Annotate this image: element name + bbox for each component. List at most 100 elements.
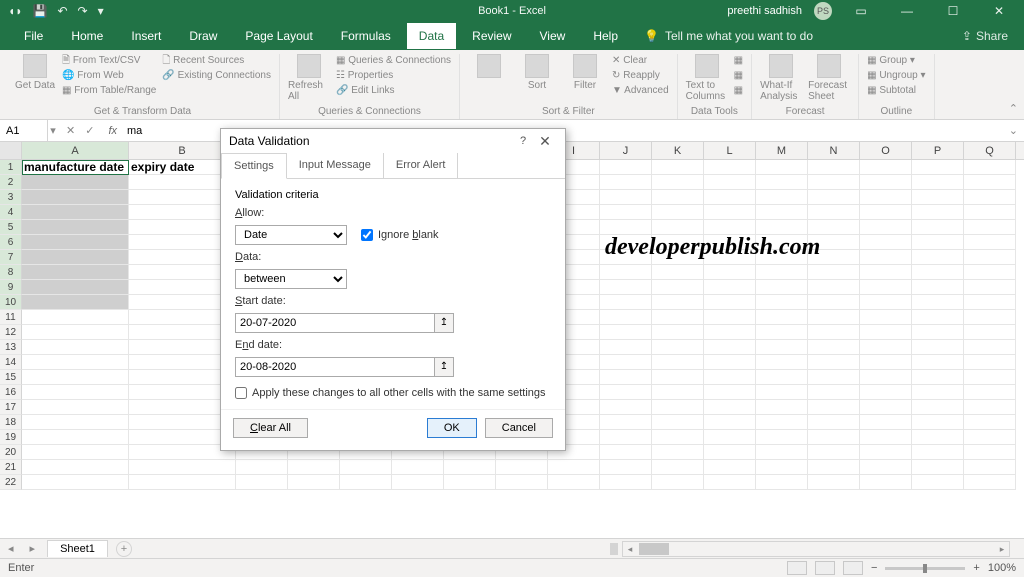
- enter-formula-icon[interactable]: ✓: [85, 124, 94, 137]
- cell[interactable]: [912, 265, 964, 280]
- cell[interactable]: [22, 415, 129, 430]
- clear-all-button[interactable]: Clear All: [233, 418, 308, 438]
- end-date-input[interactable]: [235, 357, 435, 377]
- tab-help[interactable]: Help: [581, 23, 630, 49]
- cell[interactable]: [756, 415, 808, 430]
- cell[interactable]: [860, 370, 912, 385]
- cell[interactable]: [600, 220, 652, 235]
- ignore-blank-checkbox[interactable]: [361, 229, 373, 241]
- user-name[interactable]: preethi sadhish: [727, 5, 802, 17]
- cell[interactable]: [808, 310, 860, 325]
- cell[interactable]: [808, 430, 860, 445]
- row-header[interactable]: 2: [0, 175, 22, 190]
- cell[interactable]: [860, 190, 912, 205]
- existing-connections-button[interactable]: 🔗 Existing Connections: [162, 69, 271, 83]
- cell[interactable]: [964, 250, 1016, 265]
- cell[interactable]: [860, 160, 912, 175]
- col-header[interactable]: L: [704, 142, 756, 159]
- cancel-formula-icon[interactable]: ✕: [66, 124, 75, 137]
- whatif-button[interactable]: What-If Analysis: [760, 54, 802, 102]
- cell[interactable]: [860, 235, 912, 250]
- cell[interactable]: [964, 460, 1016, 475]
- cell[interactable]: [860, 250, 912, 265]
- cell[interactable]: [756, 370, 808, 385]
- from-web-button[interactable]: 🌐 From Web: [62, 69, 156, 83]
- cell[interactable]: [22, 280, 129, 295]
- cell[interactable]: [704, 325, 756, 340]
- cell[interactable]: [600, 190, 652, 205]
- cell[interactable]: [912, 280, 964, 295]
- cell[interactable]: [22, 205, 129, 220]
- cell[interactable]: [496, 475, 548, 490]
- cell[interactable]: [236, 475, 288, 490]
- col-header[interactable]: K: [652, 142, 704, 159]
- cell[interactable]: [704, 475, 756, 490]
- cell[interactable]: [288, 475, 340, 490]
- cell[interactable]: [22, 250, 129, 265]
- cell[interactable]: [860, 430, 912, 445]
- cell[interactable]: [912, 430, 964, 445]
- cell[interactable]: [704, 265, 756, 280]
- cell[interactable]: [964, 400, 1016, 415]
- cell[interactable]: [860, 175, 912, 190]
- cell[interactable]: [912, 205, 964, 220]
- cell[interactable]: [652, 310, 704, 325]
- sheet-nav-prev-icon[interactable]: ◂: [0, 542, 22, 555]
- cell[interactable]: [912, 190, 964, 205]
- start-date-ref-button[interactable]: ↥: [434, 313, 454, 333]
- cell[interactable]: [808, 415, 860, 430]
- clear-filter-button[interactable]: ✕ Clear: [612, 54, 669, 68]
- cell[interactable]: [808, 175, 860, 190]
- cell[interactable]: [22, 265, 129, 280]
- cell[interactable]: [444, 460, 496, 475]
- row-header[interactable]: 22: [0, 475, 22, 490]
- cell[interactable]: [22, 430, 129, 445]
- cell[interactable]: [652, 415, 704, 430]
- cell[interactable]: [704, 355, 756, 370]
- cell[interactable]: [22, 355, 129, 370]
- zoom-in-button[interactable]: +: [973, 562, 979, 574]
- fx-icon[interactable]: fx: [102, 125, 123, 137]
- autosave-toggle[interactable]: ◖◗: [8, 4, 23, 18]
- cell[interactable]: [652, 160, 704, 175]
- group-button[interactable]: ▦ Group ▾: [867, 54, 925, 68]
- cell[interactable]: [756, 190, 808, 205]
- cell[interactable]: [756, 400, 808, 415]
- cell[interactable]: [600, 310, 652, 325]
- row-header[interactable]: 7: [0, 250, 22, 265]
- cell[interactable]: [704, 340, 756, 355]
- row-header[interactable]: 21: [0, 460, 22, 475]
- cell[interactable]: [704, 415, 756, 430]
- row-header[interactable]: 4: [0, 205, 22, 220]
- minimize-button[interactable]: —: [890, 4, 924, 18]
- cell[interactable]: [964, 295, 1016, 310]
- cell[interactable]: [600, 430, 652, 445]
- tab-file[interactable]: File: [12, 23, 55, 49]
- cell[interactable]: [236, 460, 288, 475]
- cell[interactable]: [704, 385, 756, 400]
- tab-data[interactable]: Data: [407, 23, 456, 49]
- split-handle[interactable]: [610, 543, 618, 555]
- cell[interactable]: [392, 475, 444, 490]
- cell[interactable]: [704, 175, 756, 190]
- cell[interactable]: [756, 220, 808, 235]
- cell[interactable]: [756, 340, 808, 355]
- undo-icon[interactable]: ↶: [57, 4, 67, 18]
- cell[interactable]: [652, 325, 704, 340]
- cell[interactable]: [756, 355, 808, 370]
- avatar[interactable]: PS: [814, 2, 832, 20]
- page-break-view-button[interactable]: [843, 561, 863, 575]
- col-header[interactable]: N: [808, 142, 860, 159]
- cell[interactable]: [600, 205, 652, 220]
- cell[interactable]: [964, 430, 1016, 445]
- cell[interactable]: [652, 445, 704, 460]
- tab-draw[interactable]: Draw: [177, 23, 229, 49]
- cell[interactable]: [756, 310, 808, 325]
- cell[interactable]: [912, 310, 964, 325]
- cell[interactable]: [808, 355, 860, 370]
- cell[interactable]: [704, 160, 756, 175]
- row-header[interactable]: 9: [0, 280, 22, 295]
- data-select[interactable]: between: [235, 269, 347, 289]
- cell[interactable]: [808, 205, 860, 220]
- qat-customize-icon[interactable]: ▾: [98, 4, 104, 18]
